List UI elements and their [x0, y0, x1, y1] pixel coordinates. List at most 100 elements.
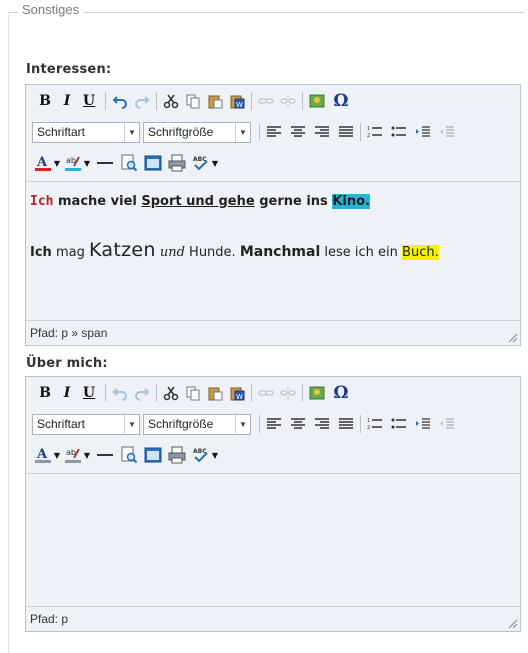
indent-icon[interactable] [414, 123, 432, 141]
toolbar-separator [302, 92, 303, 110]
cut-icon[interactable] [162, 384, 180, 402]
redo-icon[interactable] [133, 384, 151, 402]
chevron-down-icon[interactable]: ▼ [210, 152, 220, 174]
ueber-mich-content-area[interactable] [26, 474, 520, 606]
align-center-icon[interactable] [289, 415, 307, 433]
toolbar-separator [302, 384, 303, 402]
text-color-button[interactable]: A [34, 446, 52, 464]
undo-icon[interactable] [111, 92, 129, 110]
chevron-down-icon[interactable]: ▼ [52, 152, 62, 174]
toolbar-separator [259, 123, 260, 141]
highlight-color-button[interactable]: ab [64, 446, 82, 464]
resize-grip-icon[interactable] [506, 617, 518, 629]
paste-icon[interactable] [206, 384, 224, 402]
chevron-down-icon[interactable]: ▼ [52, 444, 62, 466]
link-icon[interactable] [257, 92, 275, 110]
image-icon[interactable] [308, 92, 326, 110]
text-segment: Hunde. [184, 245, 240, 260]
print-icon[interactable] [168, 154, 186, 172]
chevron-down-icon[interactable]: ▼ [82, 444, 92, 466]
italic-button[interactable]: I [56, 382, 78, 404]
italic-button[interactable]: I [56, 90, 78, 112]
outdent-icon[interactable] [438, 123, 456, 141]
chevron-down-icon[interactable]: ▼ [210, 444, 220, 466]
cut-icon[interactable] [162, 92, 180, 110]
link-icon[interactable] [257, 384, 275, 402]
horizontal-rule-icon[interactable] [96, 446, 114, 464]
toolbar-separator [360, 123, 361, 141]
preview-icon[interactable] [120, 154, 138, 172]
preview-icon[interactable] [120, 446, 138, 464]
font-size-select-label: Schriftgröße [148, 417, 214, 431]
print-icon[interactable] [168, 446, 186, 464]
copy-icon[interactable] [184, 384, 202, 402]
align-left-icon[interactable] [265, 123, 283, 141]
font-family-select[interactable]: Schriftart ▼ [32, 121, 140, 143]
spellcheck-icon[interactable]: ABC [192, 154, 210, 172]
toolbar-separator [259, 415, 260, 433]
paste-word-icon[interactable]: W [228, 384, 246, 402]
align-justify-icon[interactable] [337, 123, 355, 141]
fullscreen-icon[interactable] [144, 446, 162, 464]
resize-grip-icon[interactable] [506, 331, 518, 343]
paste-icon[interactable] [206, 92, 224, 110]
undo-icon[interactable] [111, 384, 129, 402]
ueber-mich-label: Über mich: [26, 356, 108, 371]
paste-word-icon[interactable]: W [228, 92, 246, 110]
copy-icon[interactable] [184, 92, 202, 110]
align-left-icon[interactable] [265, 415, 283, 433]
bold-button[interactable]: B [34, 382, 56, 404]
bullet-list-icon[interactable] [390, 415, 408, 433]
toolbar-separator [251, 384, 252, 402]
font-size-select[interactable]: Schriftgröße ▼ [143, 413, 251, 435]
interessen-toolbar: B I U W Ω Schriftart ▼ Schriftgröße ▼ 1 … [26, 85, 520, 182]
font-size-select[interactable]: Schriftgröße ▼ [143, 121, 251, 143]
text-segment: und [155, 245, 185, 260]
special-char-button[interactable]: Ω [330, 90, 352, 112]
text-segment: Katzen [88, 239, 156, 261]
svg-text:1: 1 [367, 418, 370, 424]
bullet-list-icon[interactable] [390, 123, 408, 141]
toolbar-row-3: A ▼ ab ▼ ABC ▼ [34, 151, 220, 175]
bold-button[interactable]: B [34, 90, 56, 112]
interessen-content-area[interactable]: Ich mache viel Sport und gehe gerne ins … [26, 182, 520, 320]
text-segment: Sport und gehe [141, 194, 255, 209]
unlink-icon[interactable] [279, 384, 297, 402]
horizontal-rule-icon[interactable] [96, 154, 114, 172]
unlink-icon[interactable] [279, 92, 297, 110]
numbered-list-icon[interactable]: 12 [366, 415, 384, 433]
font-family-select[interactable]: Schriftart ▼ [32, 413, 140, 435]
align-justify-icon[interactable] [337, 415, 355, 433]
toolbar-separator [251, 92, 252, 110]
text-segment: mag [51, 245, 89, 260]
text-segment: Buch. [402, 245, 439, 260]
highlight-color-button[interactable]: ab [64, 154, 82, 172]
align-center-icon[interactable] [289, 123, 307, 141]
text-segment: mache viel [53, 194, 142, 209]
element-path: Pfad: p [30, 612, 69, 626]
toolbar-row-1: B I U W Ω [34, 89, 352, 113]
chevron-down-icon: ▼ [235, 122, 250, 142]
text-segment: Ich [30, 194, 54, 209]
svg-text:2: 2 [367, 425, 370, 431]
fullscreen-icon[interactable] [144, 154, 162, 172]
element-path: Pfad: p » span [30, 326, 108, 340]
spellcheck-icon[interactable]: ABC [192, 446, 210, 464]
outdent-icon[interactable] [438, 415, 456, 433]
text-segment: lese ich ein [320, 245, 403, 260]
underline-button[interactable]: U [78, 90, 100, 112]
text-color-button[interactable]: A [34, 154, 52, 172]
chevron-down-icon[interactable]: ▼ [82, 152, 92, 174]
image-icon[interactable] [308, 384, 326, 402]
align-right-icon[interactable] [313, 123, 331, 141]
text-segment: Manchmal [239, 244, 321, 260]
toolbar-row-2: Schriftart ▼ Schriftgröße ▼ 12 [32, 120, 456, 144]
special-char-button[interactable]: Ω [330, 382, 352, 404]
redo-icon[interactable] [133, 92, 151, 110]
font-family-select-label: Schriftart [37, 417, 86, 431]
indent-icon[interactable] [414, 415, 432, 433]
align-right-icon[interactable] [313, 415, 331, 433]
svg-text:A: A [36, 447, 48, 462]
underline-button[interactable]: U [78, 382, 100, 404]
numbered-list-icon[interactable]: 12 [366, 123, 384, 141]
